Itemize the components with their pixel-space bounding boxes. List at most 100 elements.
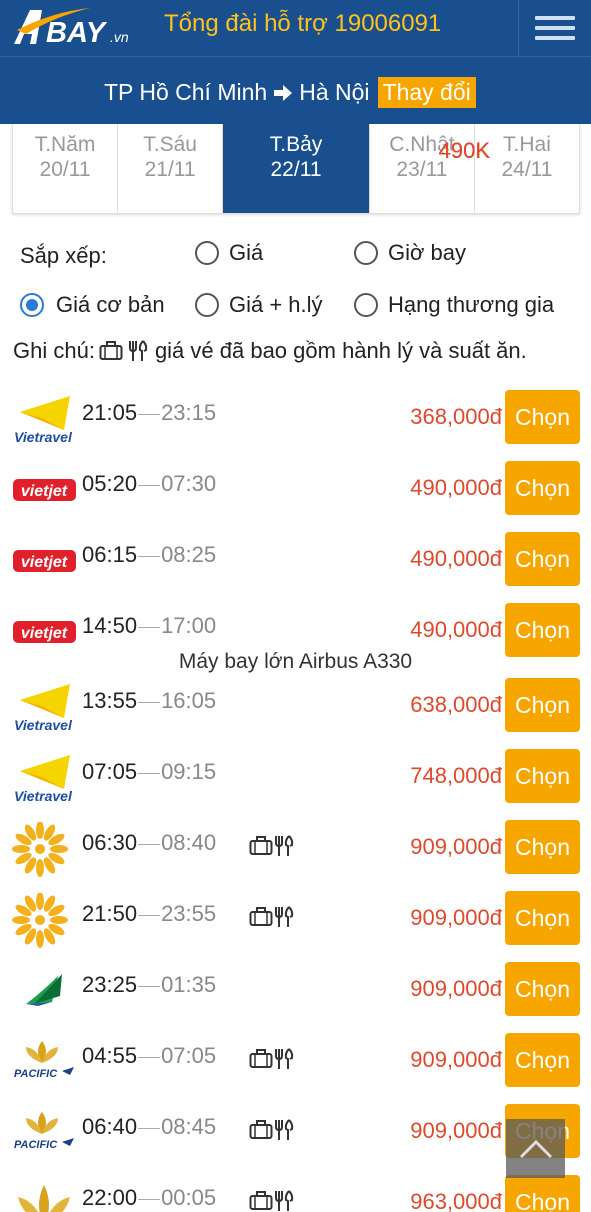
flight-row: PACIFIC06:4008:45909,000đChọn: [0, 1104, 591, 1164]
date-tab-0[interactable]: T.Năm 20/11 490K: [13, 124, 490, 213]
flight-row: 22:00 00:05 963,000đ Chọn: [0, 1175, 591, 1212]
airline-logo-vietnam-airlines-lotus: [12, 1175, 82, 1212]
flight-row: 21:50 23:55 909,000đ Chọn: [0, 891, 591, 951]
time-separator: [138, 985, 161, 987]
baggage-icon: [249, 907, 273, 926]
svg-text:BAY: BAY: [46, 17, 108, 48]
sort-label: Sắp xếp:: [20, 243, 107, 268]
departure-time: 07:05: [82, 759, 138, 784]
departure-time: 14:50: [82, 613, 138, 638]
radio-base-fare[interactable]: [20, 293, 44, 317]
svg-text:Vietravel: Vietravel: [14, 788, 73, 804]
flight-row: Vietravel 13:55 16:05 638,000đ Chọn: [0, 678, 591, 738]
flight-row: Vietravel 21:05 23:15 368,000đ Chọn: [0, 390, 591, 450]
choose-button[interactable]: Chọn: [505, 1033, 580, 1087]
choose-button[interactable]: Chọn: [505, 820, 580, 874]
airline-logo-pacific: PACIFIC: [12, 1104, 82, 1164]
choose-button[interactable]: Chọn: [505, 891, 580, 945]
hotline-text: Tổng đài hỗ trợ 19006091: [164, 10, 442, 37]
sort-option-price[interactable]: Giá: [195, 240, 263, 266]
amenities: [249, 834, 295, 858]
route-to: Hà Nội: [299, 79, 370, 105]
airline-logo-bamboo: [12, 962, 82, 1022]
date-tab-date: 20/11: [39, 158, 91, 181]
departure-time: 13:55: [82, 688, 138, 713]
airline-logo-vietravel: Vietravel: [12, 390, 82, 450]
scroll-to-top-button[interactable]: [506, 1119, 565, 1178]
flight-price: 909,000đ: [410, 1118, 502, 1143]
flight-row: vietjet 06:15 08:25 490,000đ Chọn: [0, 532, 591, 592]
route-summary: TP Hồ Chí Minh Hà Nội Thay đổi: [104, 77, 476, 108]
date-tab-2[interactable]: T.Bảy 22/11 368K: [223, 124, 490, 213]
svg-text:Vietravel: Vietravel: [14, 717, 73, 733]
sort-option-time[interactable]: Giờ bay: [354, 240, 466, 266]
baggage-icon: [249, 1120, 273, 1139]
time-separator: [138, 772, 161, 774]
date-tab-4[interactable]: T.Hai 24/11 490K: [439, 124, 579, 213]
time-separator: [138, 1056, 161, 1058]
arrival-time: 08:25: [161, 542, 217, 567]
radio-fare-baggage[interactable]: [195, 293, 219, 317]
departure-time: 21:05: [82, 400, 138, 425]
svg-text:PACIFIC: PACIFIC: [14, 1139, 58, 1151]
meal-icon: [275, 835, 294, 856]
choose-button[interactable]: Chọn: [505, 461, 580, 515]
arrival-time: 23:15: [161, 400, 217, 425]
flight-times: 06:15 08:25: [82, 542, 216, 568]
choose-button[interactable]: Chọn: [505, 1175, 580, 1212]
meal-icon: [275, 1048, 294, 1069]
departure-time: 23:25: [82, 972, 138, 997]
choose-button[interactable]: Chọn: [505, 749, 580, 803]
date-tab-day: T.Bảy: [269, 133, 323, 156]
filter-option-base-fare[interactable]: Giá cơ bản: [20, 292, 165, 318]
flight-row: Vietravel 07:05 09:15 748,000đ Chọn: [0, 749, 591, 809]
date-tab-day: T.Hai: [503, 133, 551, 156]
departure-time: 22:00: [82, 1185, 138, 1210]
time-separator: [138, 413, 161, 415]
filter-option-fare-baggage[interactable]: Giá + h.lý: [195, 292, 323, 318]
arrival-time: 07:30: [161, 471, 217, 496]
arrival-time: 01:35: [161, 972, 217, 997]
amenities: [249, 1118, 295, 1142]
flight-price: 909,000đ: [410, 905, 502, 930]
flight-price: 638,000đ: [410, 692, 502, 717]
date-tab-date: 21/11: [144, 158, 196, 181]
hamburger-menu-icon[interactable]: [518, 0, 591, 56]
baggage-icon: [249, 1049, 273, 1068]
date-tab-day: T.Sáu: [143, 133, 197, 156]
flight-times: 23:25 01:35: [82, 972, 216, 998]
flight-row: PACIFIC 04:55 07:05 909,000đ Chọn: [0, 1033, 591, 1093]
flight-price: 909,000đ: [410, 1047, 502, 1072]
date-tab-day: T.Năm: [34, 133, 96, 156]
flight-row: vietjet 05:20 07:30 490,000đ Chọn: [0, 461, 591, 521]
radio-business[interactable]: [354, 293, 378, 317]
choose-button[interactable]: Chọn: [505, 962, 580, 1016]
airline-logo-vietjet: vietjet: [12, 532, 82, 592]
abay-logo[interactable]: BAY .vn: [12, 4, 147, 48]
time-separator: [138, 1198, 161, 1200]
flight-times: 05:20 07:30: [82, 471, 216, 497]
arrival-time: 00:05: [161, 1185, 217, 1210]
radio-time[interactable]: [354, 241, 378, 265]
choose-button[interactable]: Chọn: [505, 532, 580, 586]
arrival-time: 16:05: [161, 688, 217, 713]
flight-times: 07:05 09:15: [82, 759, 216, 785]
arrival-time: 23:55: [161, 901, 217, 926]
change-route-button[interactable]: Thay đổi: [377, 77, 476, 108]
choose-button[interactable]: Chọn: [505, 603, 580, 657]
filter-option-business[interactable]: Hạng thương gia: [354, 292, 554, 318]
time-separator: [138, 626, 161, 628]
svg-text:vietjet: vietjet: [21, 625, 68, 642]
choose-button[interactable]: Chọn: [505, 678, 580, 732]
route-from: TP Hồ Chí Minh: [104, 79, 268, 105]
chevron-up-icon: [519, 1139, 552, 1158]
radio-price[interactable]: [195, 241, 219, 265]
flight-row: 23:25 01:35 909,000đ Chọn: [0, 962, 591, 1022]
meal-icon: [275, 1119, 294, 1140]
choose-button[interactable]: Chọn: [505, 390, 580, 444]
flight-times: 06:40 08:45: [82, 1114, 216, 1140]
date-tabs: T.Năm 20/11 490K T.Sáu 21/11 490K T.Bảy 22/11 36…: [12, 124, 580, 214]
airline-logo-vietravel: Vietravel: [12, 678, 82, 738]
date-tab-1[interactable]: T.Sáu 21/11 490K: [118, 124, 490, 213]
flight-price: 490,000đ: [410, 546, 502, 571]
